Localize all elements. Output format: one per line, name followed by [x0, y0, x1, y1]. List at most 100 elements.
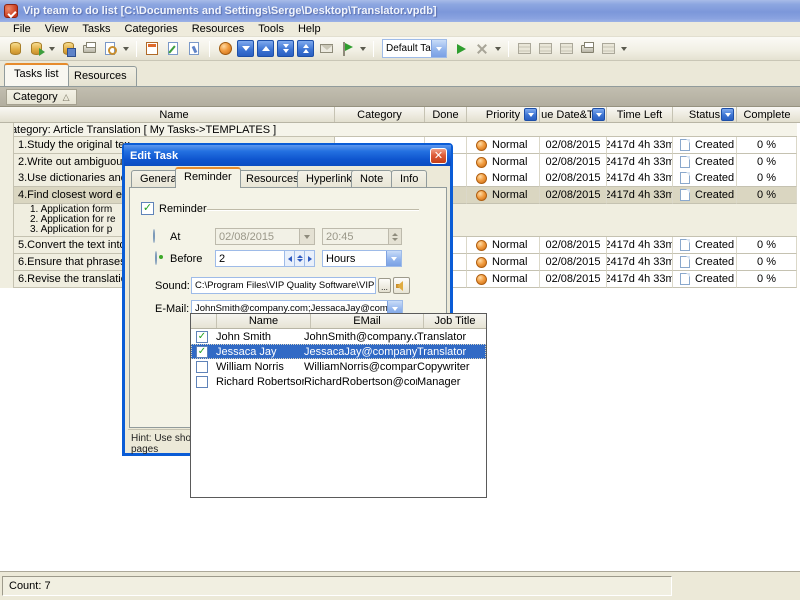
spinner-icon[interactable]: [294, 251, 304, 266]
menu-tasks[interactable]: Tasks: [75, 22, 117, 36]
task-priority: Normal: [467, 187, 540, 204]
save-database-icon[interactable]: [59, 40, 77, 58]
workspace-delete-icon[interactable]: [557, 40, 575, 58]
new-database-icon[interactable]: [6, 40, 24, 58]
due-date-filter-icon[interactable]: [592, 108, 605, 121]
dialog-tab-reminder[interactable]: Reminder: [175, 167, 241, 188]
date-dropdown-icon[interactable]: [299, 229, 314, 244]
contact-checkbox-checked[interactable]: ✓: [196, 331, 208, 343]
move-down-icon[interactable]: [237, 40, 254, 57]
contact-name: Jessaca Jay: [216, 346, 304, 358]
window-title: Vip team to do list [C:\Documents and Se…: [23, 5, 437, 17]
dialog-title: Edit Task: [130, 150, 178, 162]
group-by-category-button[interactable]: Category △: [6, 89, 77, 105]
before-value-field[interactable]: 2: [215, 250, 315, 267]
category-group-row[interactable]: Category: Article Translation [ My Tasks…: [0, 123, 797, 137]
task-time-left: 2417d 4h 33m: [607, 187, 673, 204]
close-icon[interactable]: ✕: [430, 148, 447, 164]
print-list-icon[interactable]: [578, 40, 596, 58]
workspace-edit-icon[interactable]: [536, 40, 554, 58]
status-created-icon: [680, 189, 690, 201]
menu-categories[interactable]: Categories: [118, 22, 185, 36]
clear-view-icon[interactable]: [473, 40, 491, 58]
contact-row[interactable]: Richard Robertson RichardRobertson@compa…: [191, 374, 486, 389]
print-icon[interactable]: [80, 40, 98, 58]
filter-flag-icon[interactable]: [338, 40, 356, 58]
contact-checkbox-unchecked[interactable]: [196, 376, 208, 388]
before-radio[interactable]: [155, 251, 157, 265]
priority-filter-icon[interactable]: [524, 108, 537, 121]
contact-row[interactable]: William Norris WilliamNorris@company.com…: [191, 359, 486, 374]
menu-help[interactable]: Help: [291, 22, 328, 36]
view-dropdown-icon[interactable]: [495, 47, 501, 51]
status-filter-icon[interactable]: [721, 108, 734, 121]
send-email-icon[interactable]: [317, 40, 335, 58]
task-priority: Normal: [467, 170, 540, 187]
column-time-left[interactable]: Time Left: [607, 107, 673, 122]
task-due-date: 02/08/2015: [540, 237, 607, 254]
sound-field[interactable]: C:\Program Files\VIP Quality Software\VI…: [191, 277, 376, 294]
column-done[interactable]: Done: [425, 107, 467, 122]
contact-job: Translator: [417, 346, 479, 358]
contact-checkbox-checked[interactable]: ✓: [196, 346, 208, 358]
menu-resources[interactable]: Resources: [185, 22, 252, 36]
decrement-icon[interactable]: [284, 251, 294, 266]
export-dropdown-icon[interactable]: [621, 47, 627, 51]
column-header-row: Name Category △ Done Priority ue Date&Ti…: [0, 107, 800, 123]
task-priority: Normal: [467, 237, 540, 254]
contact-row[interactable]: ✓ John Smith JohnSmith@company.com Trans…: [191, 329, 486, 344]
assign-task-icon[interactable]: [185, 40, 203, 58]
export-icon[interactable]: [599, 40, 617, 58]
column-name[interactable]: Name: [14, 107, 335, 122]
tab-tasks-list[interactable]: Tasks list: [4, 63, 69, 86]
move-up-icon[interactable]: [257, 40, 274, 57]
tab-resources[interactable]: Resources: [64, 66, 137, 86]
workspace-icon[interactable]: [515, 40, 533, 58]
print-dropdown-icon[interactable]: [123, 47, 129, 51]
task-due-date: 02/08/2015: [540, 254, 607, 271]
edit-task-icon[interactable]: [164, 40, 182, 58]
at-time-field[interactable]: 20:45: [322, 228, 402, 245]
menu-file[interactable]: File: [6, 22, 38, 36]
new-task-icon[interactable]: [143, 40, 161, 58]
move-to-top-icon[interactable]: [297, 40, 314, 57]
open-database-dropdown-icon[interactable]: [49, 47, 55, 51]
task-view-dropdown-icon[interactable]: [431, 40, 446, 57]
dialog-tab-info[interactable]: Info: [391, 170, 427, 188]
dialog-tab-note[interactable]: Note: [351, 170, 392, 188]
open-database-icon[interactable]: [27, 40, 45, 58]
filter-dropdown-icon[interactable]: [360, 47, 366, 51]
status-created-icon: [680, 139, 690, 151]
contact-column-name[interactable]: Name: [217, 314, 311, 328]
dialog-title-bar[interactable]: Edit Task: [124, 145, 451, 166]
status-created-icon: [680, 239, 690, 251]
task-time-left: 2417d 4h 33m: [607, 237, 673, 254]
task-priority: Normal: [467, 254, 540, 271]
unit-dropdown-icon[interactable]: [386, 251, 401, 266]
column-complete[interactable]: Complete: [737, 107, 797, 122]
move-to-bottom-icon[interactable]: [277, 40, 294, 57]
increment-icon[interactable]: [304, 251, 314, 266]
application-window: Vip team to do list [C:\Documents and Se…: [0, 0, 800, 600]
play-sound-button[interactable]: [393, 277, 410, 294]
time-spinner-icon[interactable]: [388, 229, 401, 244]
title-bar: Vip team to do list [C:\Documents and Se…: [0, 0, 800, 22]
contact-row-selected[interactable]: ✓ Jessaca Jay JessacaJay@company.com Tra…: [191, 344, 486, 359]
contact-column-job[interactable]: Job Title: [424, 314, 486, 328]
at-radio[interactable]: [153, 229, 155, 243]
task-time-left: 2417d 4h 33m: [607, 271, 673, 288]
contact-checkbox-unchecked[interactable]: [196, 361, 208, 373]
menu-view[interactable]: View: [38, 22, 76, 36]
task-view-combo[interactable]: Default Task V: [382, 39, 447, 58]
before-unit-combo[interactable]: Hours: [322, 250, 402, 267]
contact-column-email[interactable]: EMail: [311, 314, 424, 328]
apply-view-icon[interactable]: [452, 40, 470, 58]
browse-button[interactable]: ...: [378, 278, 391, 293]
menu-tools[interactable]: Tools: [251, 22, 291, 36]
reminder-checkbox[interactable]: ✓: [141, 202, 154, 215]
task-view-value: Default Task V: [383, 43, 431, 54]
print-preview-icon[interactable]: [101, 40, 119, 58]
column-category[interactable]: Category: [335, 107, 425, 122]
at-date-field[interactable]: 02/08/2015: [215, 228, 315, 245]
view-eye-icon[interactable]: [216, 40, 234, 58]
